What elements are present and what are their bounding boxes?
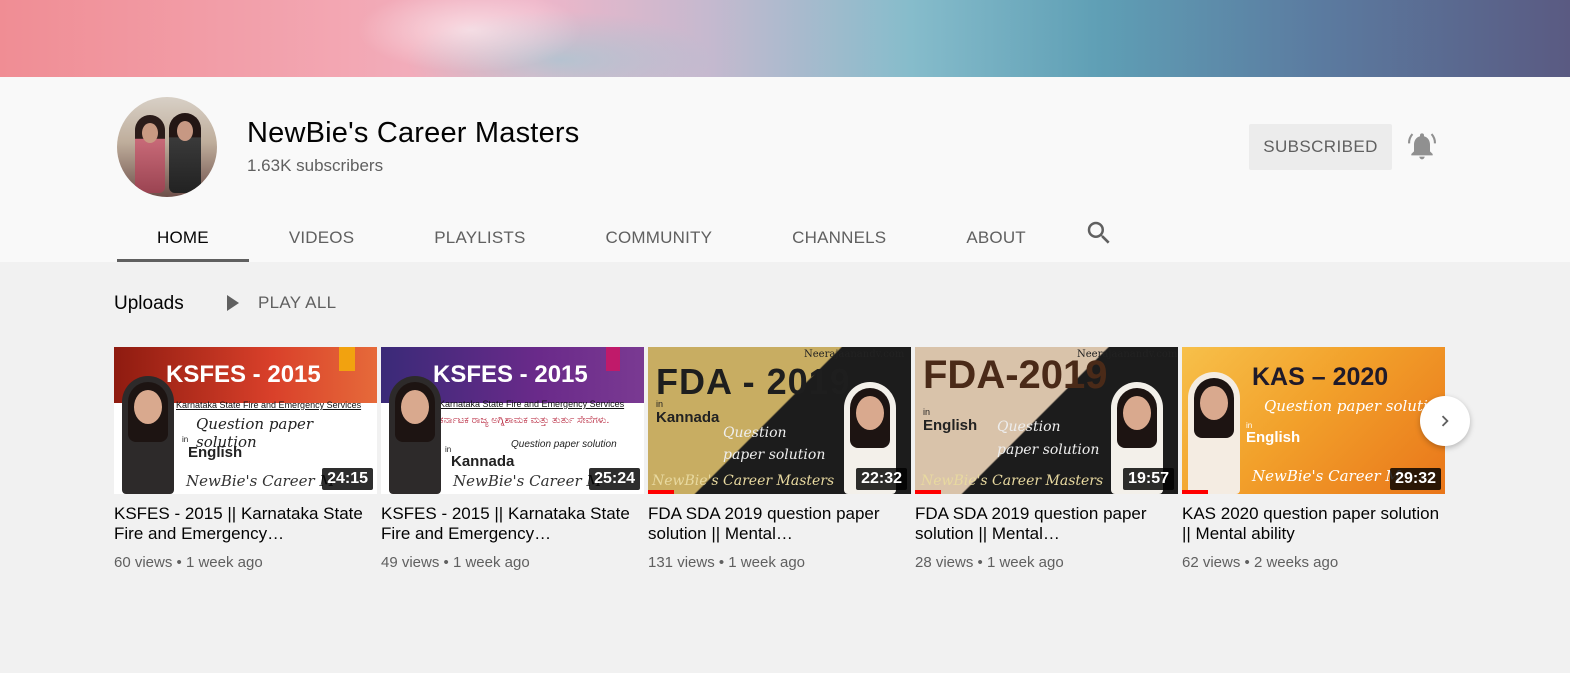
- play-all-label: PLAY ALL: [258, 293, 337, 312]
- watch-progress: [1182, 490, 1208, 494]
- video-thumbnail[interactable]: Neerajaanandv.com FDA-2019 in English Qu…: [915, 347, 1178, 494]
- video-duration: 22:32: [856, 468, 907, 490]
- video-card[interactable]: KSFES - 2015 Karnataka State Fire and Em…: [381, 347, 644, 571]
- video-thumbnail[interactable]: KAS – 2020 Question paper soluti in Engl…: [1182, 347, 1445, 494]
- video-thumbnail[interactable]: KSFES - 2015 Karnataka State Fire and Em…: [114, 347, 377, 494]
- video-duration: 19:57: [1123, 468, 1174, 490]
- video-title[interactable]: KAS 2020 question paper solution || Ment…: [1182, 504, 1445, 544]
- bell-icon[interactable]: [1406, 130, 1438, 162]
- tab-channels[interactable]: CHANNELS: [752, 213, 926, 262]
- tab-videos[interactable]: VIDEOS: [249, 213, 394, 262]
- channel-header: NewBie's Career Masters 1.63K subscriber…: [0, 77, 1570, 262]
- video-meta: 131 views • 1 week ago: [648, 554, 806, 571]
- video-title[interactable]: KSFES - 2015 || Karnataka State Fire and…: [114, 504, 377, 544]
- tab-community[interactable]: COMMUNITY: [566, 213, 753, 262]
- play-all-button[interactable]: PLAY ALL: [222, 293, 336, 313]
- video-duration: 29:32: [1390, 468, 1441, 490]
- video-card[interactable]: KSFES - 2015 Karnataka State Fire and Em…: [114, 347, 377, 571]
- video-meta: 28 views • 1 week ago: [915, 554, 1064, 571]
- tab-about[interactable]: ABOUT: [926, 213, 1066, 262]
- video-card[interactable]: Neerajaanandv.com FDA - 2019 in Kannada …: [648, 347, 911, 571]
- search-icon[interactable]: [1084, 218, 1114, 248]
- video-title[interactable]: KSFES - 2015 || Karnataka State Fire and…: [381, 504, 644, 544]
- video-meta: 49 views • 1 week ago: [381, 554, 530, 571]
- subscriber-count: 1.63K subscribers: [247, 156, 384, 175]
- video-duration: 24:15: [322, 468, 373, 490]
- video-thumbnail[interactable]: Neerajaanandv.com FDA - 2019 in Kannada …: [648, 347, 911, 494]
- video-thumbnail[interactable]: KSFES - 2015 Karnataka State Fire and Em…: [381, 347, 644, 494]
- video-duration: 25:24: [589, 468, 640, 490]
- play-icon: [227, 295, 239, 311]
- video-card[interactable]: Neerajaanandv.com FDA-2019 in English Qu…: [915, 347, 1178, 571]
- channel-tabs: HOME VIDEOS PLAYLISTS COMMUNITY CHANNELS…: [117, 213, 1066, 262]
- channel-avatar[interactable]: [117, 97, 217, 197]
- channel-banner: [0, 0, 1570, 77]
- shelf-next-button[interactable]: [1420, 396, 1470, 446]
- chevron-right-icon: [1441, 415, 1449, 427]
- tab-home[interactable]: HOME: [117, 213, 249, 262]
- channel-name: NewBie's Career Masters: [247, 117, 580, 149]
- subscribed-button[interactable]: SUBSCRIBED: [1249, 124, 1392, 170]
- uploads-heading[interactable]: Uploads: [114, 293, 184, 315]
- tab-playlists[interactable]: PLAYLISTS: [394, 213, 565, 262]
- video-card[interactable]: KAS – 2020 Question paper soluti in Engl…: [1182, 347, 1445, 571]
- watch-progress: [648, 490, 674, 494]
- video-meta: 62 views • 2 weeks ago: [1182, 554, 1339, 571]
- video-title[interactable]: FDA SDA 2019 question paper solution || …: [648, 504, 911, 544]
- watch-progress: [915, 490, 941, 494]
- video-title[interactable]: FDA SDA 2019 question paper solution || …: [915, 504, 1178, 544]
- video-meta: 60 views • 1 week ago: [114, 554, 263, 571]
